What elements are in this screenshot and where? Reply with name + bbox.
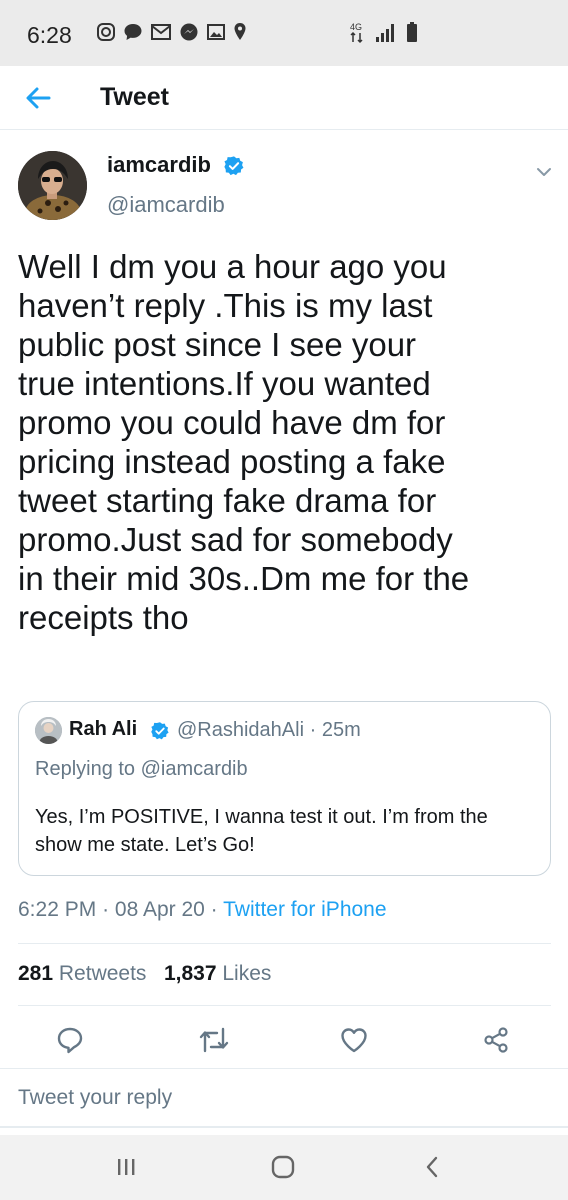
notification-icons — [96, 22, 247, 42]
tweet-text-line: promo you could have dm for — [18, 404, 446, 441]
system-nav-bar — [0, 1135, 568, 1200]
quoted-handle-time: @RashidahAli · 25m — [177, 719, 361, 742]
retweet-label: Retweets — [58, 962, 147, 985]
status-bar: 6:28 4G — [0, 0, 568, 66]
reply-input-underline — [0, 1126, 568, 1128]
gmail-icon — [151, 24, 171, 40]
recents-icon — [118, 1159, 135, 1175]
likes-stat[interactable]: 1,837 Likes — [164, 962, 271, 985]
tweet-text: Well I dm you a hour ago you haven’t rep… — [18, 247, 553, 637]
replying-prefix: Replying to — [35, 758, 136, 780]
reply-icon — [57, 1027, 83, 1054]
instagram-icon — [97, 23, 115, 41]
tweet-text-line: Well I dm you a hour ago you — [18, 248, 447, 285]
home-button[interactable] — [263, 1149, 303, 1185]
location-icon — [234, 23, 246, 40]
tweet-text-line: receipts tho — [18, 599, 189, 636]
author-handle[interactable]: @iamcardib — [107, 192, 225, 218]
quoted-separator: · — [309, 719, 317, 741]
quoted-handle: @RashidahAli — [177, 719, 305, 741]
tweet-date: 08 Apr 20 — [114, 898, 205, 921]
home-icon — [271, 1155, 295, 1179]
quoted-time: 25m — [321, 719, 361, 741]
chat-bubble-icon — [124, 24, 142, 40]
tweet-actions — [0, 1020, 568, 1060]
status-time: 6:28 — [27, 22, 72, 48]
retweet-icon — [199, 1027, 229, 1053]
like-label: Likes — [222, 962, 272, 985]
recents-button[interactable] — [106, 1149, 146, 1185]
divider — [18, 943, 551, 944]
retweets-stat[interactable]: 281 Retweets — [18, 962, 146, 985]
arrow-left-icon — [26, 87, 51, 109]
messenger-icon — [180, 23, 198, 41]
like-button[interactable] — [334, 1020, 374, 1060]
retweet-count: 281 — [18, 962, 54, 985]
tweet-text-line: promo.Just sad for somebody — [18, 521, 453, 558]
tweet-text-line: in their mid 30s..Dm me for the — [18, 560, 470, 597]
page-title: Tweet — [100, 83, 169, 111]
verified-badge-icon — [151, 722, 169, 740]
author-display-name[interactable]: iamcardib — [107, 152, 211, 178]
retweet-button[interactable] — [194, 1020, 234, 1060]
nav-back-button[interactable] — [412, 1149, 452, 1185]
tweet-text-line: pricing instead posting a fake — [18, 443, 446, 480]
share-button[interactable] — [476, 1020, 516, 1060]
tweet-meta: 6:22 PM · 08 Apr 20 · Twitter for iPhone — [18, 898, 387, 922]
meta-separator: · — [102, 898, 110, 921]
tweet-text-line: haven’t reply .This is my last — [18, 287, 433, 324]
share-icon — [484, 1027, 508, 1053]
app-header: Tweet — [0, 66, 568, 130]
gallery-icon — [207, 24, 225, 40]
tweet-source-link[interactable]: Twitter for iPhone — [223, 898, 386, 921]
reply-button[interactable] — [50, 1020, 90, 1060]
tweet-text-line: tweet starting fake drama for — [18, 482, 437, 519]
quoted-display-name: Rah Ali — [69, 718, 138, 740]
quoted-author-avatar — [35, 717, 62, 744]
signal-icon — [376, 24, 394, 42]
system-status-icons: 4G — [348, 20, 418, 44]
quoted-text: Yes, I’m POSITIVE, I wanna test it out. … — [35, 806, 488, 856]
tweet-text-line: true intentions.If you wanted — [18, 365, 431, 402]
tweet-time: 6:22 PM — [18, 898, 97, 921]
tweet-stats: 281 Retweets 1,837 Likes — [18, 962, 271, 986]
quoted-tweet[interactable]: Rah Ali @RashidahAli · 25m Replying to @… — [18, 701, 551, 876]
battery-icon — [407, 22, 417, 42]
svg-text:4G: 4G — [350, 22, 362, 32]
like-icon — [341, 1028, 367, 1053]
verified-badge-icon — [224, 156, 244, 176]
reply-input[interactable]: Tweet your reply — [18, 1086, 172, 1110]
quoted-replying-to: Replying to @iamcardib — [35, 758, 248, 781]
tweet-text-line: public post since I see your — [18, 326, 417, 363]
replying-to-handle[interactable]: @iamcardib — [141, 758, 248, 780]
like-count: 1,837 — [163, 962, 217, 985]
back-icon — [426, 1156, 438, 1178]
back-button[interactable] — [22, 82, 54, 114]
divider — [18, 1005, 551, 1006]
data-4g-icon: 4G — [350, 22, 363, 44]
meta-separator: · — [210, 898, 218, 921]
author-avatar[interactable] — [18, 151, 87, 220]
divider — [0, 1068, 568, 1069]
chevron-down-icon[interactable] — [534, 162, 554, 182]
